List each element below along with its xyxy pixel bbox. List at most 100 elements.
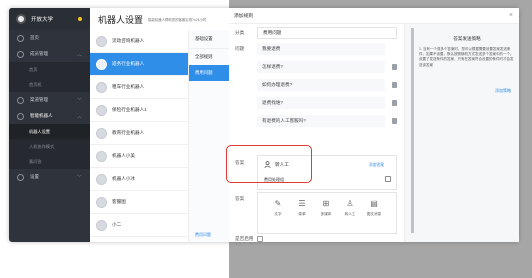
bot-name: 机器人小美	[112, 153, 135, 158]
pencil-icon: ✎	[274, 199, 282, 208]
sidebar-item-label: 成员管理	[30, 51, 48, 56]
close-icon[interactable]: ×	[509, 12, 513, 19]
modal-title: 添加规则	[234, 14, 254, 19]
strategy-description: 1. 当有一个或多个答案时，您可以根据需要设置答案发送条件，如果不设置，默认按照…	[419, 47, 514, 67]
text-tool-button[interactable]: ✎ 文字	[268, 199, 288, 217]
add-strategy-link[interactable]: 添加策略	[495, 88, 511, 94]
avatar	[96, 173, 107, 185]
sidebar-item-label: 渠道管理	[30, 97, 48, 102]
bot-name: 流动咨询机器人	[112, 38, 145, 43]
question-input-5[interactable]: 有退费的人工客服吗?	[257, 115, 385, 127]
tool-label: 图文消息	[366, 212, 382, 216]
answer-type-toolbar: ✎ 文字 ☰ 菜单 ⊞ 多媒体 ♙ 转人工 ▤ 图文消息	[257, 192, 397, 234]
bot-list-item[interactable]: 保险行业机器人1	[90, 99, 188, 122]
sidebar-item[interactable]: 成员管理 ︿	[9, 46, 90, 62]
bot-name: 客服图	[112, 199, 126, 204]
avatar	[96, 58, 107, 70]
bot-name: 租车行业机器人	[112, 84, 145, 89]
bot-list-item[interactable]: 机器人小美	[90, 145, 188, 168]
avatar	[96, 219, 107, 231]
sidebar-item-label: 首页	[30, 35, 39, 40]
bot-name: 保险行业机器人1	[112, 107, 147, 112]
page-title: 机器人设置	[98, 14, 144, 25]
sidebar-item[interactable]: 设置 ﹀	[9, 169, 90, 185]
media-tool-button[interactable]: ⊞ 多媒体	[316, 199, 336, 217]
question-input-2[interactable]: 怎样退费?	[257, 61, 385, 73]
add-answer-link[interactable]: 添加答案	[369, 163, 384, 168]
logo-icon	[16, 14, 26, 24]
add-rule-modal: 添加规则 × 分类 费用问题 问题 我要退费 怎样退费? 如何办理退费? 退费找…	[229, 8, 519, 242]
rich-message-tool-button[interactable]: ▤ 图文消息	[364, 199, 384, 217]
tool-label: 转人工	[344, 212, 356, 216]
category-label: 分类	[235, 30, 245, 35]
bot-list-item[interactable]: 教育行业机器人	[90, 122, 188, 145]
sidebar-subitem[interactable]: 首页机	[9, 77, 90, 92]
page-header: 机器人设置 智能机器人帮助您的客服实现7x24小时	[90, 8, 238, 30]
tool-label: 文字	[274, 212, 282, 216]
rule-form: 分类 费用问题 问题 我要退费 怎样退费? 如何办理退费? 退费找谁? 有退费的…	[229, 24, 404, 242]
menu-tool-button[interactable]: ☰ 菜单	[292, 199, 312, 217]
sidebar-subitem[interactable]: 机器人设置	[9, 124, 90, 139]
bot-list-item[interactable]: 流动咨询机器人	[90, 30, 188, 53]
bot-list-item[interactable]: 租车行业机器人	[90, 76, 188, 99]
answer-highlight-box	[226, 145, 312, 183]
media-icon: ⊞	[322, 199, 330, 208]
modal-header: 添加规则 ×	[229, 8, 519, 24]
delete-question-icon[interactable]	[392, 100, 397, 106]
brand: 开放大学	[9, 8, 90, 30]
bot-list-item[interactable]: 小二	[90, 214, 188, 237]
menu-icon: ☰	[298, 199, 306, 208]
delete-question-icon[interactable]	[392, 82, 397, 88]
enable-checkbox[interactable]	[257, 236, 263, 242]
config-footer-link[interactable]: 费用问题	[195, 232, 211, 238]
sidebar-item-label: 智能机器人	[30, 113, 53, 118]
avatar	[96, 196, 107, 208]
tool-label: 菜单	[298, 212, 306, 216]
bot-settings-panel: 机器人设置 智能机器人帮助您的客服实现7x24小时 流动咨询机器人 适务行业机器人…	[90, 8, 238, 242]
brand-name: 开放大学	[31, 17, 54, 23]
transfer-tool-button[interactable]: ♙ 转人工	[340, 199, 360, 217]
notification-dot-icon	[78, 17, 82, 21]
bot-name: 教育行业机器人	[112, 130, 145, 135]
strategy-card: 答案发送策略 1. 当有一个或多个答案时，您可以根据需要设置答案发送条件，如果不…	[411, 28, 515, 233]
bot-name: 适务行业机器人	[112, 61, 145, 66]
chevron-icon: ︿	[76, 51, 82, 58]
sidebar-subitem[interactable]: 首页	[9, 62, 90, 77]
bot-name: 机器人小冰	[112, 176, 135, 181]
edit-icon[interactable]	[385, 176, 391, 182]
avatar	[96, 81, 107, 93]
bot-list-item[interactable]: 机器人小冰	[90, 168, 188, 191]
person-icon: ♙	[346, 199, 354, 208]
chevron-icon: ﹀	[76, 174, 82, 181]
sidebar: 开放大学 首页 成员管理 ︿ 首页 首页机 渠道管理 ﹀ 智能机器人 ︿ 机器人设置 人机协作模式素…	[9, 8, 90, 242]
enable-label: 是否启用	[235, 236, 254, 241]
bot-list-item[interactable]: 适务行业机器人	[90, 53, 188, 76]
nav-icon	[17, 34, 24, 42]
bot-name: 小二	[112, 222, 122, 227]
question-input-3[interactable]: 如何办理退费?	[257, 79, 385, 91]
sidebar-item[interactable]: 智能机器人 ︿	[9, 108, 90, 124]
delete-question-icon[interactable]	[392, 64, 397, 70]
bot-list-item[interactable]: 客服图	[90, 191, 188, 214]
sidebar-subitem[interactable]: 人机协作模式	[9, 139, 90, 154]
question-label: 问题	[235, 46, 245, 51]
question-input-4[interactable]: 退费找谁?	[257, 97, 385, 109]
tool-label: 多媒体	[320, 212, 332, 216]
category-field[interactable]: 费用问题	[257, 27, 397, 39]
sidebar-item[interactable]: 渠道管理 ﹀	[9, 92, 90, 108]
strategy-panel: 答案发送策略 1. 当有一个或多个答案时，您可以根据需要设置答案发送条件，如果不…	[404, 24, 519, 242]
avatar	[96, 35, 107, 47]
nav-icon	[17, 112, 24, 120]
strategy-title: 答案发送策略	[453, 36, 481, 41]
delete-question-icon[interactable]	[392, 118, 397, 124]
sidebar-subitem[interactable]: 素问答	[9, 154, 90, 169]
page-hint: 智能机器人帮助您的客服实现7x24小时	[148, 17, 207, 22]
article-icon: ▤	[370, 199, 378, 208]
nav-icon	[17, 96, 24, 104]
avatar	[96, 104, 107, 116]
question-input-1[interactable]: 我要退费	[257, 43, 385, 55]
nav-icon	[17, 173, 24, 181]
avatar	[96, 127, 107, 139]
chevron-icon: ﹀	[76, 97, 82, 104]
sidebar-item[interactable]: 首页	[9, 30, 90, 46]
